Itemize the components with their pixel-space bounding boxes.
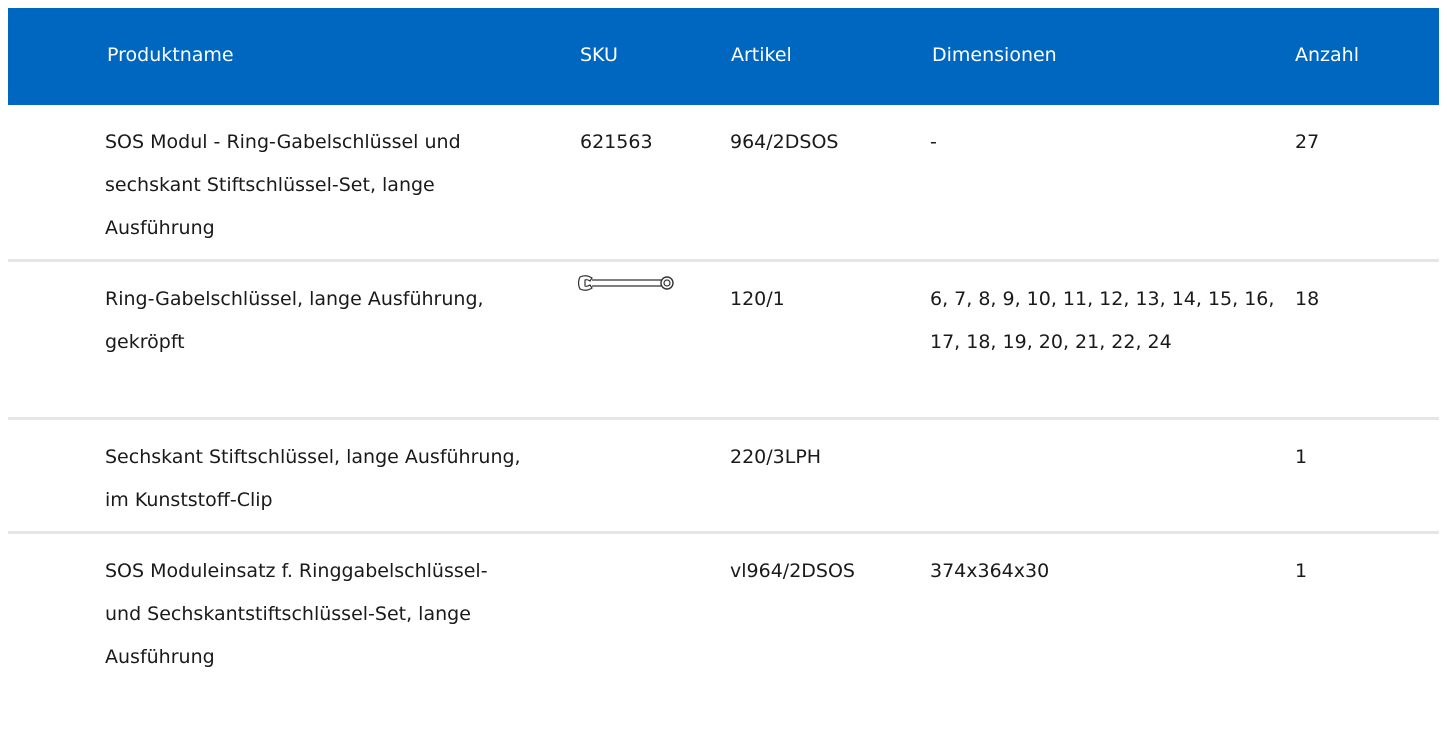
product-article: vl964/2DSOS: [730, 560, 855, 582]
product-quantity: 18: [1295, 288, 1320, 310]
column-header-name[interactable]: Produktname: [107, 44, 234, 66]
product-sku: 621563: [580, 131, 653, 153]
product-name: Ring-Gabelschlüssel, lange Ausführung, g…: [105, 288, 484, 353]
product-article: 964/2DSOS: [730, 131, 839, 153]
product-quantity: 1: [1295, 446, 1308, 468]
table-row: Sechskant Stiftschlüssel, lange Ausführu…: [8, 420, 1439, 534]
table-row: SOS Modul - Ring-Gabelschlüssel und sech…: [8, 105, 1439, 262]
product-name: SOS Moduleinsatz f. Ringgabelschlüssel- …: [105, 560, 488, 668]
column-header-sku[interactable]: SKU: [580, 44, 618, 66]
column-header-article[interactable]: Artikel: [731, 44, 792, 66]
product-dimensions: 374x364x30: [930, 560, 1050, 582]
product-dimensions: 6, 7, 8, 9, 10, 11, 12, 13, 14, 15, 16, …: [930, 288, 1275, 353]
product-article: 120/1: [730, 288, 785, 310]
product-dimensions: -: [930, 131, 937, 153]
product-name: SOS Modul - Ring-Gabelschlüssel und sech…: [105, 131, 461, 239]
product-quantity: 27: [1295, 131, 1320, 153]
column-header-quantity[interactable]: Anzahl: [1295, 44, 1359, 66]
table-row: Ring-Gabelschlüssel, lange Ausführung, g…: [8, 262, 1439, 420]
column-header-dimensions[interactable]: Dimensionen: [932, 44, 1057, 66]
product-article: 220/3LPH: [730, 446, 822, 468]
product-table: Produktname SKU Artikel Dimensionen Anza…: [8, 8, 1439, 734]
combination-wrench-icon: [578, 275, 674, 291]
table-header: Produktname SKU Artikel Dimensionen Anza…: [8, 8, 1439, 105]
table-row: SOS Moduleinsatz f. Ringgabelschlüssel- …: [8, 534, 1439, 734]
product-quantity: 1: [1295, 560, 1308, 582]
product-name: Sechskant Stiftschlüssel, lange Ausführu…: [105, 446, 521, 511]
